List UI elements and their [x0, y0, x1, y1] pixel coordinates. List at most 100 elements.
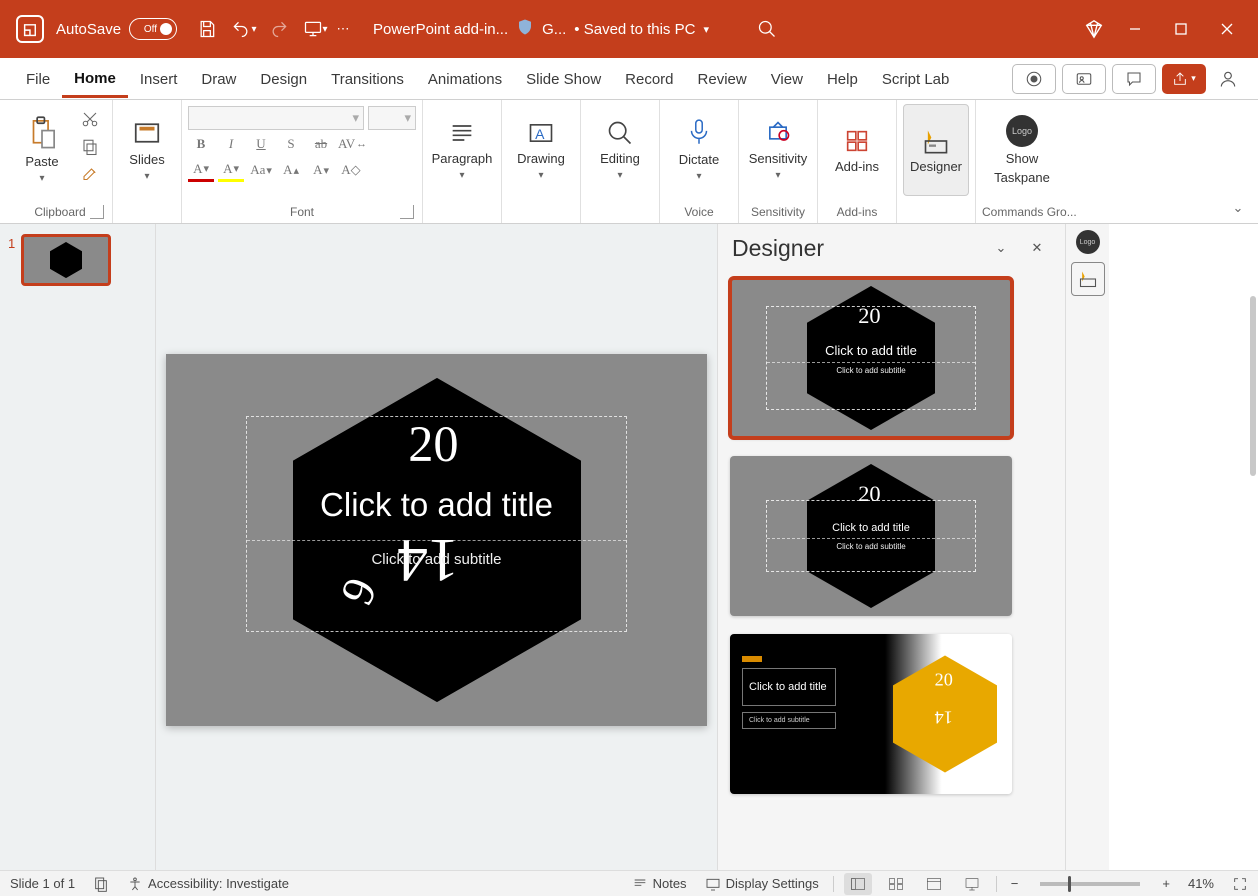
format-painter-icon[interactable]: [76, 164, 104, 186]
font-family-select[interactable]: ▾: [188, 106, 364, 130]
slideshow-view-icon[interactable]: [958, 873, 986, 895]
window-minimize[interactable]: [1112, 6, 1158, 52]
record-button[interactable]: [1012, 64, 1056, 94]
group-sensitivity: Sensitivity▾ Sensitivity: [739, 100, 818, 223]
designer-scrollbar[interactable]: [1250, 296, 1256, 476]
designer-close-icon[interactable]: ✕: [1023, 234, 1051, 262]
tab-help[interactable]: Help: [815, 61, 870, 96]
save-icon[interactable]: [189, 11, 225, 47]
paragraph-button[interactable]: Paragraph▾: [429, 104, 495, 196]
window-maximize[interactable]: [1158, 6, 1204, 52]
shield-icon[interactable]: [516, 18, 534, 40]
design-suggestion-3[interactable]: 2014 Click to add title Click to add sub…: [730, 634, 1012, 794]
subtitle-text[interactable]: Click to add subtitle: [371, 541, 501, 578]
tab-record[interactable]: Record: [613, 61, 685, 96]
comments-button[interactable]: [1112, 64, 1156, 94]
designer-button[interactable]: Designer: [903, 104, 969, 196]
editing-button[interactable]: Editing▾: [587, 104, 653, 196]
tab-design[interactable]: Design: [248, 61, 319, 96]
tab-insert[interactable]: Insert: [128, 61, 190, 96]
slide[interactable]: 20 14 6 Click to add title Click to add …: [166, 354, 707, 726]
dictate-button[interactable]: Dictate▾: [666, 104, 732, 196]
tab-transitions[interactable]: Transitions: [319, 61, 416, 96]
shrink-font-button[interactable]: A▾: [308, 158, 334, 182]
qat-more-icon[interactable]: ⋯: [333, 11, 353, 47]
fit-to-window-icon[interactable]: [1228, 876, 1252, 892]
shadow-button[interactable]: S: [278, 132, 304, 156]
font-label: Font: [290, 205, 314, 219]
search-icon[interactable]: [749, 11, 785, 47]
title-placeholder[interactable]: Click to add title Click to add subtitle: [246, 416, 627, 632]
svg-text:A: A: [535, 126, 545, 142]
paste-button[interactable]: Paste▾: [14, 104, 70, 196]
show-taskpane-button[interactable]: Logo ShowTaskpane: [982, 104, 1062, 196]
clipboard-launcher[interactable]: [90, 205, 104, 219]
window-close[interactable]: [1204, 6, 1250, 52]
slide-counter[interactable]: Slide 1 of 1: [6, 876, 79, 891]
tab-file[interactable]: File: [14, 61, 62, 96]
cut-icon[interactable]: [76, 108, 104, 130]
notes-button[interactable]: Notes: [628, 876, 691, 892]
ribbon-collapse-icon[interactable]: ⌄: [1226, 199, 1250, 217]
sensitivity-button[interactable]: Sensitivity▾: [745, 104, 811, 196]
clear-format-button[interactable]: A◇: [338, 158, 364, 182]
svg-text:14: 14: [935, 707, 953, 727]
drawing-button[interactable]: A Drawing▾: [508, 104, 574, 196]
group-designer: Designer: [897, 100, 976, 223]
tab-scriptlab[interactable]: Script Lab: [870, 61, 962, 96]
zoom-in[interactable]: +: [1158, 876, 1174, 891]
font-color-button[interactable]: A▾: [188, 158, 214, 182]
teams-button[interactable]: [1062, 64, 1106, 94]
font-size-select[interactable]: ▾: [368, 106, 416, 130]
accessibility-status[interactable]: Accessibility: Investigate: [123, 876, 293, 892]
copy-icon[interactable]: [76, 136, 104, 158]
underline-button[interactable]: U: [248, 132, 274, 156]
design-suggestion-2[interactable]: 20 Click to add titleClick to add subtit…: [730, 456, 1012, 616]
display-settings[interactable]: Display Settings: [701, 876, 823, 892]
addins-button[interactable]: Add-ins: [824, 104, 890, 196]
tab-view[interactable]: View: [759, 61, 815, 96]
thumbnail-1[interactable]: [21, 234, 111, 286]
design-suggestion-1[interactable]: 20 Click to add titleClick to add subtit…: [730, 278, 1012, 438]
font-launcher[interactable]: [400, 205, 414, 219]
tab-home[interactable]: Home: [62, 60, 128, 98]
italic-button[interactable]: I: [218, 132, 244, 156]
undo-icon[interactable]: ▾: [225, 11, 261, 47]
redo-icon[interactable]: [261, 11, 297, 47]
account-button[interactable]: [1212, 64, 1244, 94]
title-text[interactable]: Click to add title: [247, 470, 626, 541]
sorter-view-icon[interactable]: [882, 873, 910, 895]
grow-font-button[interactable]: A▴: [278, 158, 304, 182]
slides-button[interactable]: Slides▾: [119, 104, 175, 196]
tab-slideshow[interactable]: Slide Show: [514, 61, 613, 96]
language-icon[interactable]: [89, 876, 113, 892]
tab-animations[interactable]: Animations: [416, 61, 514, 96]
zoom-slider[interactable]: [1040, 882, 1140, 886]
thumbnail-item[interactable]: 1: [8, 234, 147, 286]
zoom-out[interactable]: −: [1007, 876, 1023, 891]
slide-canvas[interactable]: 20 14 6 Click to add title Click to add …: [156, 224, 717, 870]
designer-collapse-icon[interactable]: ⌄: [987, 234, 1015, 262]
strike-button[interactable]: ab: [308, 132, 334, 156]
clipboard-label: Clipboard: [34, 205, 85, 219]
bold-button[interactable]: B: [188, 132, 214, 156]
reading-view-icon[interactable]: [920, 873, 948, 895]
autosave-toggle[interactable]: Off: [129, 18, 177, 40]
zoom-level[interactable]: 41%: [1184, 876, 1218, 891]
autosave[interactable]: AutoSave Off: [56, 18, 177, 40]
thumb-number: 1: [8, 234, 15, 286]
tab-review[interactable]: Review: [686, 61, 759, 96]
present-icon[interactable]: ▾: [297, 11, 333, 47]
powerpoint-app-icon[interactable]: ◱: [16, 15, 44, 43]
highlight-button[interactable]: A▾: [218, 158, 244, 182]
diamond-icon[interactable]: [1076, 11, 1112, 47]
ribbon: Paste▾ Clipboard Slides▾ ▾ ▾ B: [0, 100, 1258, 224]
tab-draw[interactable]: Draw: [189, 61, 248, 96]
saved-chevron-icon[interactable]: ▾: [703, 23, 709, 36]
change-case-button[interactable]: Aa▾: [248, 158, 274, 182]
spacing-button[interactable]: AV↔: [338, 132, 367, 156]
addin-logo-icon[interactable]: Logo: [1076, 230, 1100, 254]
designer-rail-icon[interactable]: [1071, 262, 1105, 296]
share-button[interactable]: ▾: [1162, 64, 1206, 94]
normal-view-icon[interactable]: [844, 873, 872, 895]
